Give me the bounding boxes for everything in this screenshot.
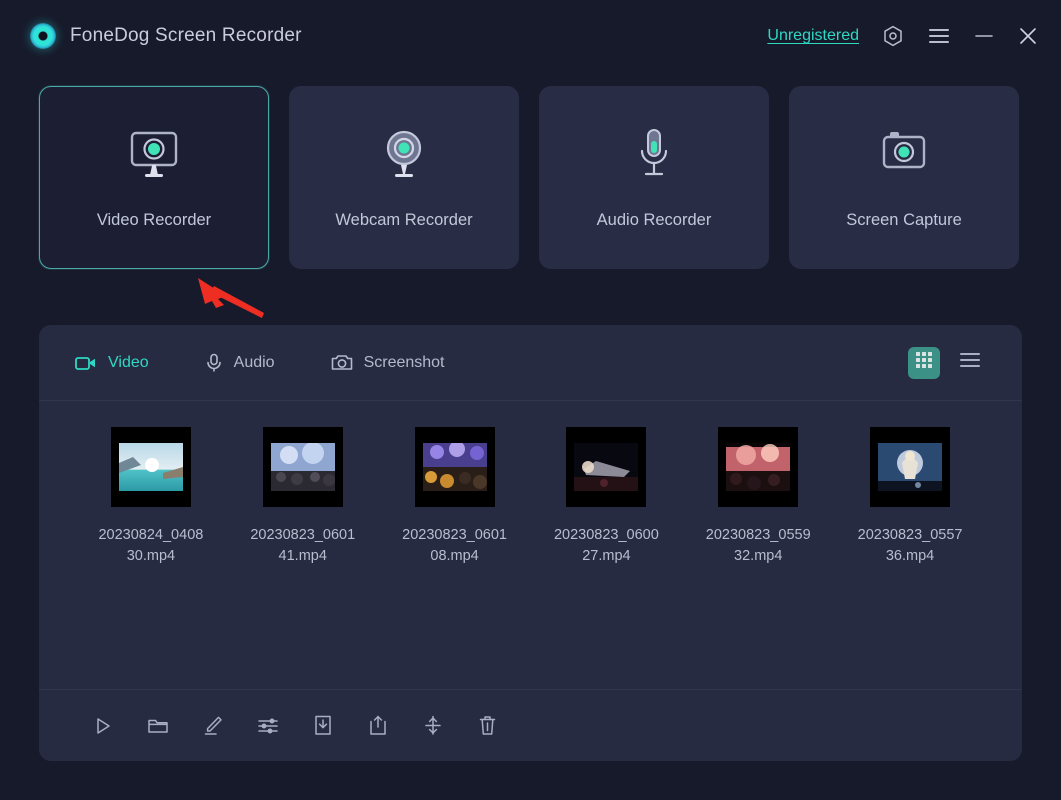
camera-icon — [331, 353, 353, 372]
hexagon-settings-icon[interactable] — [881, 24, 905, 48]
grid-view-button[interactable] — [908, 346, 940, 379]
file-item[interactable]: 20230823_055736.mp4 — [834, 427, 986, 567]
file-thumbnail — [718, 427, 799, 507]
monitor-record-icon — [124, 125, 184, 183]
folder-button[interactable] — [130, 706, 185, 746]
trim-cut-icon — [423, 715, 443, 736]
app-title: FoneDog Screen Recorder — [70, 25, 302, 46]
title-bar-controls: Unregistered — [767, 24, 1039, 48]
file-name: 20230823_060027.mp4 — [553, 527, 659, 564]
video-camera-icon — [75, 355, 97, 371]
file-name: 20230823_060141.mp4 — [250, 527, 356, 564]
mode-card-webcam-recorder[interactable]: Webcam Recorder — [289, 86, 519, 269]
media-library-panel: Video Audio Screenshot 20230824_040830.m… — [39, 325, 1022, 761]
trim-button[interactable] — [405, 706, 460, 746]
close-icon[interactable] — [1017, 25, 1039, 47]
microphone-record-icon — [624, 125, 684, 183]
mode-card-label: Webcam Recorder — [335, 211, 473, 229]
annotation-arrow-icon — [190, 272, 270, 327]
file-name: 20230823_055736.mp4 — [857, 527, 963, 564]
title-bar: FoneDog Screen Recorder Unregistered — [0, 0, 1061, 72]
file-thumbnail — [414, 427, 495, 507]
file-thumbnail — [566, 427, 647, 507]
folder-icon — [147, 716, 169, 735]
file-item[interactable]: 20230823_060027.mp4 — [530, 427, 682, 567]
library-tab-bar: Video Audio Screenshot — [39, 325, 1022, 401]
hamburger-menu-icon[interactable] — [927, 25, 951, 47]
mode-card-label: Screen Capture — [846, 211, 962, 229]
download-icon — [313, 715, 333, 736]
minimize-icon[interactable] — [973, 25, 995, 47]
recorder-mode-cards: Video Recorder Webcam Recorder Audio Rec… — [39, 86, 1022, 269]
list-view-button[interactable] — [954, 347, 986, 379]
file-grid: 20230824_040830.mp4 20230823_060141.mp4 … — [39, 401, 1022, 689]
file-thumbnail — [110, 427, 191, 507]
file-name: 20230823_055932.mp4 — [705, 527, 811, 564]
file-thumbnail — [870, 427, 951, 507]
camera-capture-icon — [874, 125, 934, 183]
share-button[interactable] — [350, 706, 405, 746]
file-item[interactable]: 20230823_060108.mp4 — [379, 427, 531, 567]
mode-card-label: Audio Recorder — [596, 211, 712, 229]
list-view-icon — [959, 351, 981, 374]
mode-card-label: Video Recorder — [96, 211, 212, 229]
mode-card-video-recorder[interactable]: Video Recorder — [39, 86, 269, 269]
file-thumbnail — [262, 427, 343, 507]
settings-button[interactable] — [240, 706, 295, 746]
file-action-toolbar — [39, 689, 1022, 761]
share-upload-icon — [368, 715, 388, 736]
unregistered-link[interactable]: Unregistered — [767, 27, 859, 45]
file-item[interactable]: 20230824_040830.mp4 — [75, 427, 227, 567]
tab-label: Screenshot — [363, 353, 445, 371]
tab-video[interactable]: Video — [75, 354, 149, 372]
mode-card-audio-recorder[interactable]: Audio Recorder — [539, 86, 769, 269]
app-brand: FoneDog Screen Recorder — [30, 23, 302, 49]
play-icon — [93, 716, 113, 736]
delete-button[interactable] — [460, 706, 515, 746]
edit-button[interactable] — [185, 706, 240, 746]
microphone-icon — [205, 353, 223, 373]
file-item[interactable]: 20230823_055932.mp4 — [682, 427, 834, 567]
tab-label: Video — [108, 353, 149, 371]
file-name: 20230824_040830.mp4 — [98, 527, 204, 564]
pen-edit-icon — [202, 715, 224, 736]
fonedog-logo-icon — [30, 23, 56, 49]
trash-icon — [478, 715, 497, 736]
sliders-icon — [257, 717, 279, 735]
fonedog-screen-recorder-window: FoneDog Screen Recorder Unregistered Vid… — [0, 0, 1061, 800]
view-mode-toggle — [908, 346, 986, 379]
grid-view-icon — [914, 350, 934, 375]
tab-audio[interactable]: Audio — [205, 353, 275, 373]
webcam-record-icon — [374, 125, 434, 183]
mode-card-screen-capture[interactable]: Screen Capture — [789, 86, 1019, 269]
play-button[interactable] — [75, 706, 130, 746]
file-item[interactable]: 20230823_060141.mp4 — [227, 427, 379, 567]
tab-screenshot[interactable]: Screenshot — [331, 353, 445, 372]
download-button[interactable] — [295, 706, 350, 746]
file-name: 20230823_060108.mp4 — [402, 527, 507, 564]
tab-label: Audio — [233, 353, 275, 371]
